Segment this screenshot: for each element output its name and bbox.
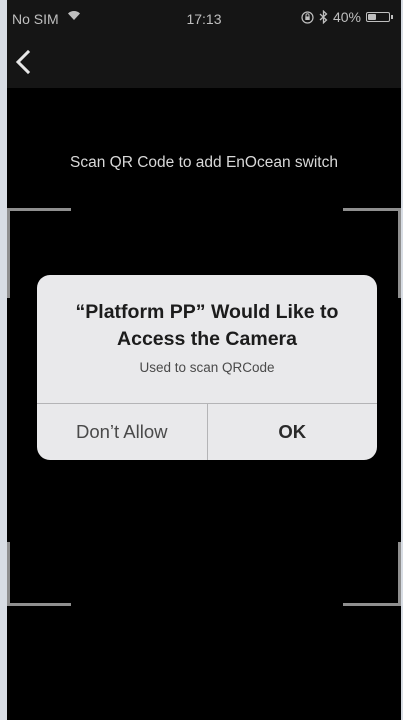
scan-frame-corner-bottom-right <box>343 542 401 606</box>
orientation-lock-icon <box>301 10 314 24</box>
battery-nub <box>391 15 393 19</box>
camera-permission-alert: “Platform PP” Would Like to Access the C… <box>37 275 377 460</box>
alert-message: Used to scan QRCode <box>139 360 275 375</box>
chevron-left-icon <box>15 49 31 75</box>
battery-percent: 40% <box>332 9 361 25</box>
alert-title: “Platform PP” Would Like to Access the C… <box>75 301 339 350</box>
app-screen: No SIM 17:13 40% Scan QR Code to add EnO… <box>7 0 401 720</box>
scan-frame-corner-bottom-left <box>7 542 71 606</box>
battery-icon <box>366 12 390 22</box>
dont-allow-button[interactable]: Don’t Allow <box>37 404 207 460</box>
back-button[interactable] <box>11 46 41 80</box>
alert-button-row: Don’t Allow OK <box>37 403 377 460</box>
status-bar: No SIM 17:13 40% <box>7 0 401 40</box>
scan-instruction: Scan QR Code to add EnOcean switch <box>70 154 338 171</box>
bluetooth-icon <box>319 10 328 24</box>
nav-bar <box>7 40 401 88</box>
ok-button[interactable]: OK <box>206 404 378 460</box>
status-right-group: 40% <box>301 9 393 25</box>
battery-fill <box>368 14 376 20</box>
